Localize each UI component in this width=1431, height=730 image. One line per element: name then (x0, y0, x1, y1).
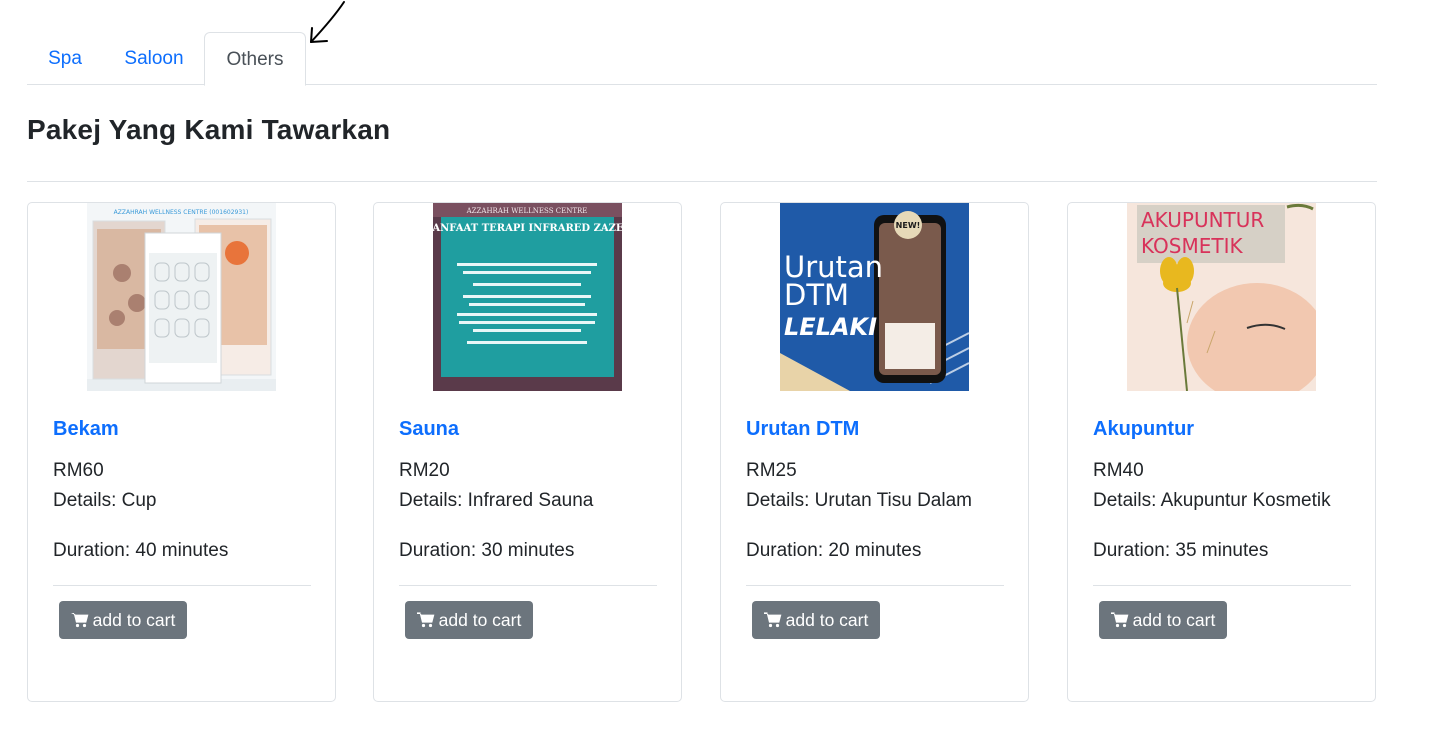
package-name[interactable]: Bekam (53, 418, 119, 441)
package-image-akupuntur: AKUPUNTUR KOSMETIK (1127, 203, 1316, 391)
card-divider (1093, 585, 1351, 586)
package-image-sauna: AZZAHRAH WELLNESS CENTRE MANFAAT TERAPI … (433, 203, 622, 391)
tab-others[interactable]: Others (204, 32, 306, 86)
package-name[interactable]: Sauna (399, 418, 459, 441)
add-to-cart-button[interactable]: add to cart (1099, 601, 1227, 639)
tab-saloon[interactable]: Saloon (105, 32, 203, 85)
package-price: RM60 (53, 460, 104, 481)
package-details: Details: Urutan Tisu Dalam (746, 490, 972, 511)
package-image-urutan-dtm: NEW! Urutan DTM LELAKI (780, 203, 969, 391)
shopping-cart-icon (1110, 612, 1129, 628)
package-card-akupuntur: AKUPUNTUR KOSMETIK Akupuntur RM40 Detail… (1067, 202, 1376, 702)
package-price: RM40 (1093, 460, 1144, 481)
package-name[interactable]: Urutan DTM (746, 418, 859, 441)
image-badge: NEW! (896, 221, 921, 230)
image-caption: AZZAHRAH WELLNESS CENTRE (466, 207, 588, 215)
card-divider (399, 585, 657, 586)
package-price: RM25 (746, 460, 797, 481)
add-to-cart-button[interactable]: add to cart (752, 601, 880, 639)
package-image-bekam: AZZAHRAH WELLNESS CENTRE (001602931) (87, 203, 276, 391)
image-title: AKUPUNTUR (1141, 208, 1264, 232)
tab-spa[interactable]: Spa (27, 32, 103, 85)
image-title: DTM (784, 278, 849, 312)
package-card-bekam: AZZAHRAH WELLNESS CENTRE (001602931) Bek… (27, 202, 336, 702)
package-duration: Duration: 40 minutes (53, 540, 229, 561)
package-price: RM20 (399, 460, 450, 481)
button-label: add to cart (785, 609, 869, 630)
button-label: add to cart (438, 609, 522, 630)
package-duration: Duration: 20 minutes (746, 540, 922, 561)
arrow-annotation-icon (310, 1, 345, 43)
package-duration: Duration: 30 minutes (399, 540, 575, 561)
package-name[interactable]: Akupuntur (1093, 418, 1194, 441)
card-divider (746, 585, 1004, 586)
page-title: Pakej Yang Kami Tawarkan (27, 114, 391, 145)
button-label: add to cart (1132, 609, 1216, 630)
package-duration: Duration: 35 minutes (1093, 540, 1269, 561)
card-divider (53, 585, 311, 586)
package-card-urutan-dtm: NEW! Urutan DTM LELAKI Urutan DTM RM25 D… (720, 202, 1029, 702)
image-title: KOSMETIK (1141, 234, 1243, 258)
add-to-cart-button[interactable]: add to cart (405, 601, 533, 639)
image-caption: AZZAHRAH WELLNESS CENTRE (001602931) (114, 209, 249, 216)
shopping-cart-icon (70, 613, 89, 628)
button-label: add to cart (92, 609, 176, 630)
shopping-cart-icon (416, 612, 435, 628)
package-details: Details: Akupuntur Kosmetik (1093, 490, 1331, 511)
tab-bar: Spa Saloon Others (27, 32, 1377, 86)
add-to-cart-button[interactable]: add to cart (59, 601, 187, 639)
package-details: Details: Cup (53, 490, 157, 511)
shopping-cart-icon (763, 612, 782, 628)
image-title: MANFAAT TERAPI INFRARED ZAZEN (433, 223, 622, 234)
package-details: Details: Infrared Sauna (399, 490, 594, 511)
divider (27, 181, 1377, 182)
package-card-sauna: AZZAHRAH WELLNESS CENTRE MANFAAT TERAPI … (373, 202, 682, 702)
image-title: LELAKI (784, 313, 877, 341)
